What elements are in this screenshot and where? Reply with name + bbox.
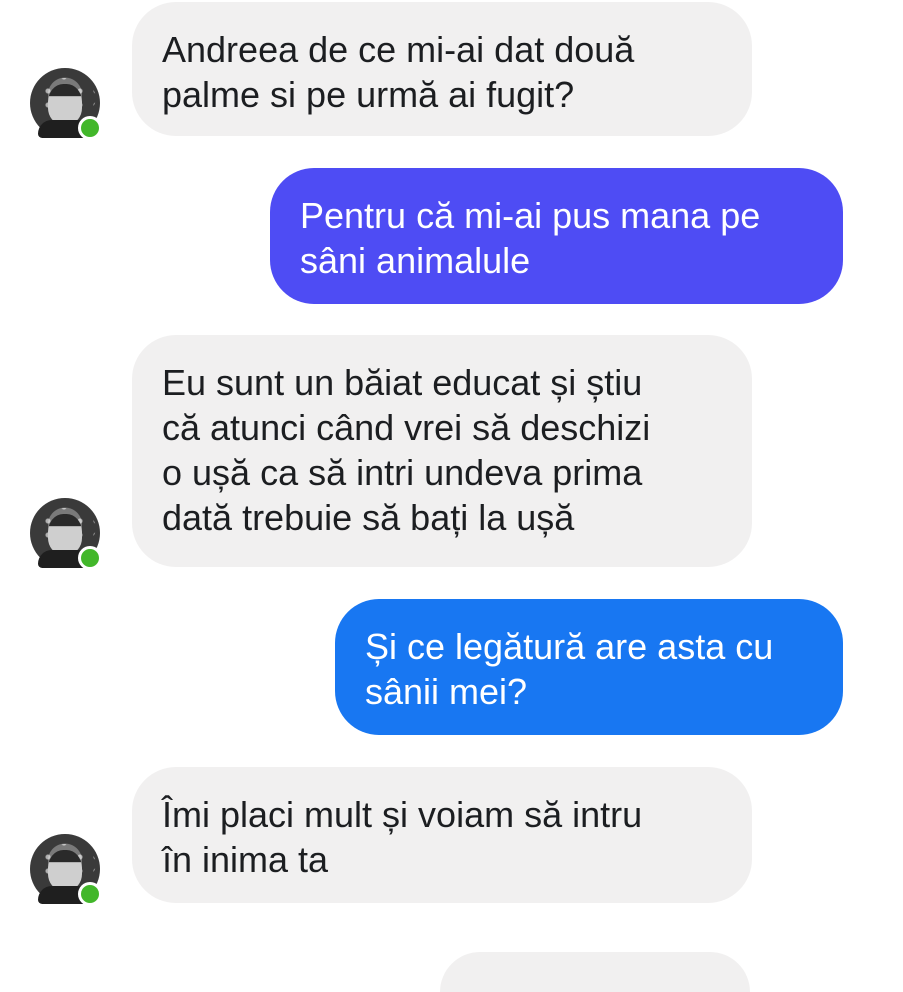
- message-bubble-incoming[interactable]: Andreea de ce mi-ai dat două palme si pe…: [132, 2, 752, 136]
- online-dot-icon: [78, 116, 102, 140]
- message-bubble-incoming[interactable]: Eu sunt un băiat educat și știu că atunc…: [132, 335, 752, 567]
- online-dot-icon: [78, 546, 102, 570]
- message-bubble-outgoing[interactable]: Și ce legătură are asta cu sânii mei?: [335, 599, 843, 735]
- message-bubble-partial: [440, 952, 750, 992]
- avatar-face: [48, 84, 82, 124]
- avatar-face: [48, 514, 82, 554]
- message-bubble-outgoing[interactable]: Pentru că mi-ai pus mana pe sâni animalu…: [270, 168, 843, 304]
- online-dot-icon: [78, 882, 102, 906]
- message-bubble-incoming[interactable]: Îmi placi mult și voiam să intru în inim…: [132, 767, 752, 903]
- contact-avatar[interactable]: [30, 498, 102, 570]
- avatar-face: [48, 850, 82, 890]
- contact-avatar[interactable]: [30, 68, 102, 140]
- contact-avatar[interactable]: [30, 834, 102, 906]
